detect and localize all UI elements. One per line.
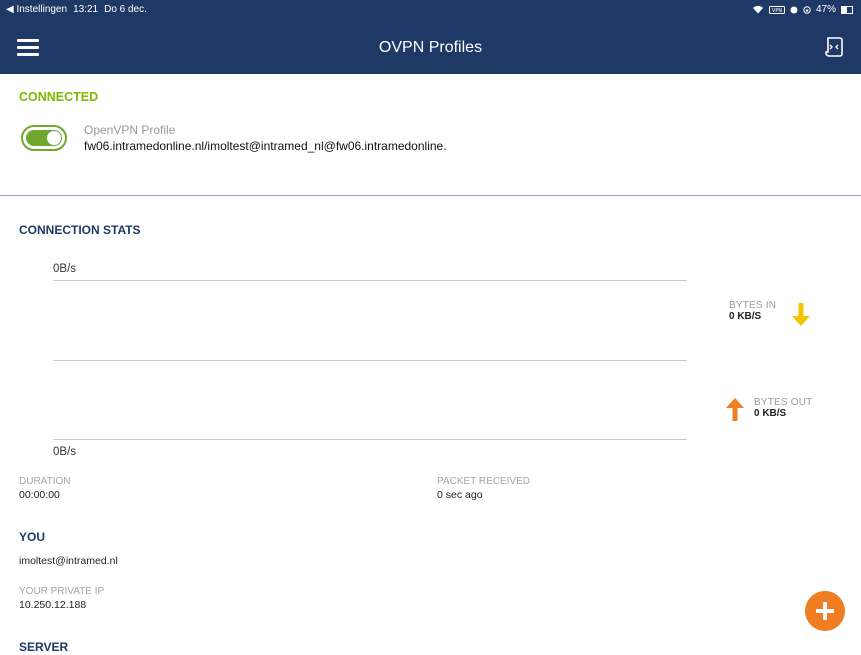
svg-text:VPN: VPN <box>772 8 782 14</box>
wifi-icon <box>752 5 763 14</box>
arrow-up-icon <box>726 398 744 421</box>
graph-line-middle <box>53 360 687 361</box>
user-email: imoltest@intramed.nl <box>19 555 118 567</box>
private-ip-label: YOUR PRIVATE IP <box>19 586 105 597</box>
bytes-in-block: BYTES IN 0 KB/S <box>729 300 776 322</box>
battery-percent: 47% <box>815 4 836 15</box>
graph-top-label: 0B/s <box>53 263 77 275</box>
private-ip-value: 10.250.12.188 <box>19 599 87 611</box>
status-time: 13:21 <box>73 4 99 15</box>
duration-value: 00:00:00 <box>19 489 60 501</box>
bytes-out-label: BYTES OUT <box>754 397 813 408</box>
section-divider <box>0 195 861 196</box>
toggle-knob <box>47 131 61 145</box>
top-bar: ◀ Instellingen 13:21 Do 6 dec. VPN 47% O… <box>0 0 861 74</box>
add-profile-button[interactable] <box>805 591 845 631</box>
arrow-down-icon <box>792 303 810 326</box>
packet-received-label: PACKET RECEIVED <box>437 476 530 487</box>
bytes-in-value: 0 KB/S <box>729 311 762 322</box>
graph-bottom-label: 0B/s <box>53 446 77 458</box>
profile-detail: fw06.intramedonline.nl/imoltest@intramed… <box>84 139 447 153</box>
bytes-out-value: 0 KB/S <box>754 408 787 419</box>
profile-name: OpenVPN Profile <box>84 123 176 137</box>
status-date: Do 6 dec. <box>104 4 147 15</box>
graph-line-bottom <box>53 439 687 440</box>
moon-icon <box>790 6 798 13</box>
status-bar: ◀ Instellingen 13:21 Do 6 dec. VPN 47% <box>0 0 861 20</box>
battery-icon <box>841 5 853 14</box>
duration-label: DURATION <box>19 476 71 487</box>
import-profile-icon[interactable] <box>824 36 844 58</box>
rotation-lock-icon <box>803 5 811 14</box>
vpn-icon: VPN <box>768 5 785 14</box>
server-title: SERVER <box>19 640 69 654</box>
graph-line-top <box>53 280 687 281</box>
bytes-in-label: BYTES IN <box>729 300 777 311</box>
packet-received-value: 0 sec ago <box>437 489 483 501</box>
nav-bar: OVPN Profiles <box>0 20 861 74</box>
you-title: YOU <box>19 530 46 544</box>
vpn-toggle[interactable] <box>21 125 67 151</box>
page-title: OVPN Profiles <box>378 39 483 56</box>
connected-status-label: CONNECTED <box>19 90 99 104</box>
bytes-out-block: BYTES OUT 0 KB/S <box>754 397 812 419</box>
connection-stats-title: CONNECTION STATS <box>19 223 141 237</box>
status-back-app[interactable]: ◀ Instellingen <box>6 4 67 15</box>
